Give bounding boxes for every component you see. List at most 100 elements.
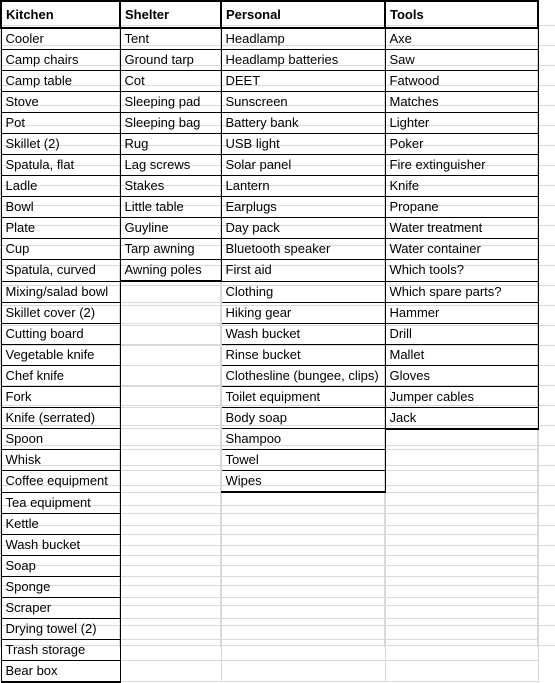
cell-shelter-empty[interactable]	[119, 512, 222, 535]
cell-tools-item[interactable]: Fatwood	[384, 70, 539, 92]
cell-shelter-item[interactable]: Tent	[119, 27, 222, 50]
cell-personal-item[interactable]: Headlamp batteries	[220, 49, 386, 71]
cell-personal-empty[interactable]	[220, 659, 386, 682]
cell-tools-item[interactable]: Propane	[384, 196, 539, 218]
cell-personal-item[interactable]: Lantern	[220, 175, 386, 197]
cell-kitchen-item[interactable]: Ladle	[0, 175, 121, 197]
cell-shelter-empty[interactable]	[119, 596, 222, 619]
cell-kitchen-item[interactable]: Skillet cover (2)	[0, 301, 121, 324]
cell-tools-item[interactable]: Mallet	[384, 343, 539, 366]
cell-shelter-item[interactable]: Tarp awning	[119, 238, 222, 260]
cell-shelter-item[interactable]: Lag screws	[119, 154, 222, 176]
cell-kitchen-item[interactable]: Bear box	[0, 659, 121, 683]
cell-personal-empty[interactable]	[220, 491, 386, 514]
cell-kitchen-item[interactable]: Skillet (2)	[0, 133, 121, 155]
cell-shelter-item[interactable]: Stakes	[119, 175, 222, 197]
cell-shelter-item[interactable]: Cot	[119, 70, 222, 92]
cell-shelter-item[interactable]: Sleeping bag	[119, 112, 222, 134]
cell-shelter-empty[interactable]	[119, 364, 222, 387]
cell-kitchen-item[interactable]: Camp chairs	[0, 49, 121, 71]
cell-shelter-empty[interactable]	[119, 280, 222, 303]
cell-personal-item[interactable]: Earplugs	[220, 196, 386, 218]
column-header-tools[interactable]: Tools	[384, 0, 539, 29]
cell-personal-item[interactable]: Wipes	[220, 470, 386, 493]
cell-kitchen-item[interactable]: Coffee equipment	[0, 470, 121, 493]
cell-personal-item[interactable]: First aid	[220, 259, 386, 282]
cell-kitchen-item[interactable]: Cup	[0, 238, 121, 260]
cell-kitchen-item[interactable]: Trash storage	[0, 638, 121, 661]
cell-tools-item[interactable]: Knife	[384, 175, 539, 197]
cell-tools-item[interactable]: Gloves	[384, 364, 539, 387]
cell-tools-empty[interactable]	[384, 491, 539, 514]
cell-tools-item[interactable]: Jack	[384, 406, 539, 430]
cell-tools-item[interactable]: Saw	[384, 49, 539, 71]
cell-kitchen-item[interactable]: Camp table	[0, 70, 121, 92]
cell-kitchen-item[interactable]: Soap	[0, 554, 121, 577]
cell-kitchen-item[interactable]: Whisk	[0, 449, 121, 471]
cell-kitchen-item[interactable]: Spatula, flat	[0, 154, 121, 176]
cell-tools-item[interactable]: Water treatment	[384, 217, 539, 239]
cell-shelter-empty[interactable]	[119, 617, 222, 640]
cell-kitchen-item[interactable]: Vegetable knife	[0, 343, 121, 366]
cell-personal-empty[interactable]	[220, 512, 386, 535]
cell-kitchen-item[interactable]: Drying towel (2)	[0, 617, 121, 640]
cell-personal-item[interactable]: Rinse bucket	[220, 343, 386, 366]
cell-shelter-item[interactable]: Sleeping pad	[119, 91, 222, 113]
cell-personal-empty[interactable]	[220, 638, 386, 661]
cell-tools-empty[interactable]	[384, 533, 539, 556]
cell-personal-empty[interactable]	[220, 533, 386, 556]
cell-tools-item[interactable]: Poker	[384, 133, 539, 155]
cell-kitchen-item[interactable]: Sponge	[0, 575, 121, 598]
cell-shelter-empty[interactable]	[119, 385, 222, 408]
cell-shelter-empty[interactable]	[119, 470, 222, 493]
cell-kitchen-item[interactable]: Chef knife	[0, 364, 121, 387]
cell-personal-item[interactable]: Solar panel	[220, 154, 386, 176]
cell-personal-item[interactable]: Day pack	[220, 217, 386, 239]
cell-kitchen-item[interactable]: Scraper	[0, 596, 121, 619]
cell-personal-empty[interactable]	[220, 617, 386, 640]
cell-tools-empty[interactable]	[384, 596, 539, 619]
cell-shelter-empty[interactable]	[119, 343, 222, 366]
cell-shelter-empty[interactable]	[119, 301, 222, 324]
cell-tools-empty[interactable]	[384, 638, 539, 661]
cell-tools-item[interactable]: Axe	[384, 27, 539, 50]
cell-shelter-empty[interactable]	[119, 554, 222, 577]
cell-personal-item[interactable]: Headlamp	[220, 27, 386, 50]
cell-shelter-empty[interactable]	[119, 428, 222, 450]
cell-kitchen-item[interactable]: Bowl	[0, 196, 121, 218]
cell-tools-empty[interactable]	[384, 554, 539, 577]
cell-shelter-item[interactable]: Guyline	[119, 217, 222, 239]
cell-shelter-empty[interactable]	[119, 533, 222, 556]
cell-tools-item[interactable]: Lighter	[384, 112, 539, 134]
cell-kitchen-item[interactable]: Mixing/salad bowl	[0, 280, 121, 303]
cell-kitchen-item[interactable]: Fork	[0, 385, 121, 408]
cell-shelter-empty[interactable]	[119, 449, 222, 471]
cell-tools-empty[interactable]	[384, 449, 539, 471]
cell-tools-item[interactable]: Drill	[384, 322, 539, 345]
cell-tools-item[interactable]: Which spare parts?	[384, 280, 539, 303]
cell-tools-empty[interactable]	[384, 659, 539, 682]
cell-personal-item[interactable]: DEET	[220, 70, 386, 92]
cell-tools-empty[interactable]	[384, 617, 539, 640]
cell-kitchen-item[interactable]: Knife (serrated)	[0, 406, 121, 429]
cell-personal-item[interactable]: USB light	[220, 133, 386, 155]
cell-kitchen-item[interactable]: Cutting board	[0, 322, 121, 345]
cell-personal-item[interactable]: Shampoo	[220, 428, 386, 450]
column-header-kitchen[interactable]: Kitchen	[0, 0, 121, 29]
column-header-shelter[interactable]: Shelter	[119, 0, 222, 29]
cell-shelter-item[interactable]: Ground tarp	[119, 49, 222, 71]
cell-tools-item[interactable]: Which tools?	[384, 259, 539, 282]
cell-tools-empty[interactable]	[384, 470, 539, 493]
cell-kitchen-item[interactable]: Kettle	[0, 512, 121, 535]
cell-personal-item[interactable]: Towel	[220, 449, 386, 471]
cell-shelter-empty[interactable]	[119, 322, 222, 345]
cell-personal-item[interactable]: Body soap	[220, 406, 386, 429]
cell-kitchen-item[interactable]: Cooler	[0, 27, 121, 50]
cell-personal-item[interactable]: Battery bank	[220, 112, 386, 134]
cell-shelter-item[interactable]: Rug	[119, 133, 222, 155]
cell-tools-empty[interactable]	[384, 575, 539, 598]
cell-personal-item[interactable]: Clothing	[220, 280, 386, 303]
cell-shelter-empty[interactable]	[119, 575, 222, 598]
cell-personal-empty[interactable]	[220, 575, 386, 598]
cell-kitchen-item[interactable]: Spatula, curved	[0, 259, 121, 282]
